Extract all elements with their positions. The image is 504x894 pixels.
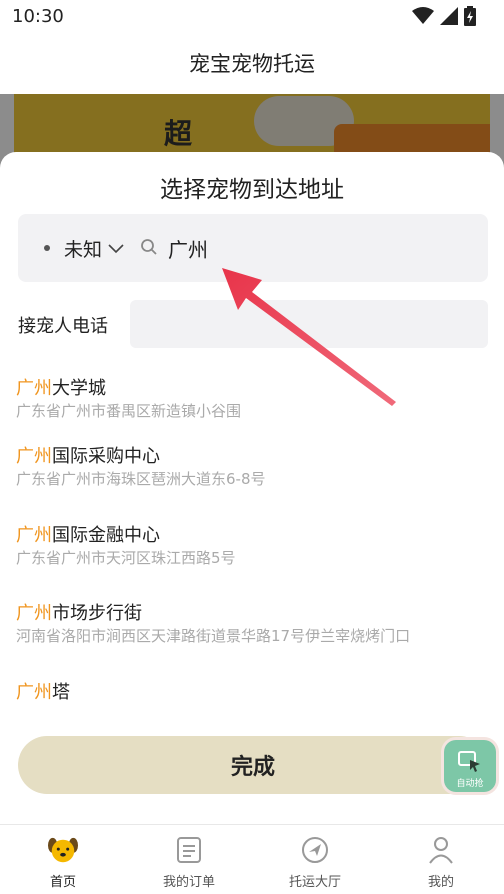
nav-item-profile[interactable]: 我的: [378, 825, 504, 894]
address-picker-sheet: 选择宠物到达地址 未知 广州 接宠人电话 广州大学城 广东省广州市番禺区新造镇小…: [0, 152, 504, 824]
nav-label: 我的订单: [162, 875, 215, 890]
result-address: 河南省洛阳市涧西区天津路街道景华路17号伊兰宰烧烤门口: [16, 627, 411, 645]
nav-label: 托运大厅: [288, 875, 341, 890]
address-search-box: 未知 广州: [18, 214, 488, 282]
auto-grab-button[interactable]: 自动抢: [444, 740, 496, 792]
nav-item-orders[interactable]: 我的订单: [126, 825, 252, 894]
sheet-title: 选择宠物到达地址: [160, 177, 344, 203]
result-name: 广州国际金融中心: [16, 524, 486, 548]
result-highlight: 广州: [16, 378, 52, 399]
phone-input[interactable]: [130, 300, 488, 348]
result-name-rest: 塔: [52, 682, 70, 703]
dog-face-icon: [48, 835, 78, 865]
result-address: 广东省广州市天河区珠江西路5号: [16, 549, 236, 567]
status-icons: [412, 6, 476, 26]
phone-label: 接宠人电话: [18, 316, 108, 337]
bottom-nav: 首页 我的订单 托运大厅 我的: [0, 824, 504, 894]
user-icon: [426, 835, 456, 865]
chevron-down-icon: [108, 243, 124, 253]
search-icon: [141, 239, 157, 255]
list-item[interactable]: 广州国际金融中心 广东省广州市天河区珠江西路5号: [16, 524, 486, 568]
result-highlight: 广州: [16, 525, 52, 546]
result-highlight: 广州: [16, 446, 52, 467]
done-button[interactable]: 完成: [18, 736, 488, 794]
nav-label: 首页: [49, 875, 76, 890]
auto-grab-label: 自动抢: [456, 779, 484, 789]
nav-item-home[interactable]: 首页: [0, 825, 126, 894]
result-address: 广东省广州市番禺区新造镇小谷围: [16, 402, 242, 420]
result-name-rest: 市场步行街: [52, 603, 142, 624]
result-name: 广州塔: [16, 681, 486, 705]
result-name-rest: 大学城: [52, 378, 106, 399]
plane-compass-icon: [300, 835, 330, 865]
result-name: 广州市场步行街: [16, 602, 486, 626]
result-name-rest: 国际采购中心: [52, 446, 160, 467]
gender-select[interactable]: 未知: [64, 235, 124, 262]
nav-label: 我的: [427, 875, 454, 890]
result-highlight: 广州: [16, 682, 52, 703]
app-header: 宠宝宠物托运: [0, 32, 504, 94]
result-highlight: 广州: [16, 603, 52, 624]
result-name-rest: 国际金融中心: [52, 525, 160, 546]
status-time: 10:30: [12, 6, 64, 27]
order-list-icon: [174, 835, 204, 865]
search-input[interactable]: 广州: [168, 234, 208, 263]
app-title: 宠宝宠物托运: [189, 52, 315, 76]
gender-select-value: 未知: [64, 239, 103, 261]
result-name: 广州国际采购中心: [16, 445, 486, 469]
wifi-icon: [412, 7, 434, 24]
nav-item-hall[interactable]: 托运大厅: [252, 825, 378, 894]
result-address: 广东省广州市海珠区琶洲大道东6-8号: [16, 470, 266, 488]
result-name: 广州大学城: [16, 377, 486, 401]
list-item[interactable]: 广州市场步行街 河南省洛阳市涧西区天津路街道景华路17号伊兰宰烧烤门口: [16, 602, 486, 646]
battery-icon: [464, 6, 476, 26]
list-item[interactable]: 广州国际采购中心 广东省广州市海珠区琶洲大道东6-8号: [16, 445, 486, 489]
status-bar: 10:30: [0, 0, 504, 32]
list-item[interactable]: 广州大学城 广东省广州市番禺区新造镇小谷围: [16, 377, 486, 421]
bullet-dot: [44, 245, 50, 251]
signal-icon: [440, 7, 458, 25]
list-item[interactable]: 广州塔: [16, 681, 486, 705]
